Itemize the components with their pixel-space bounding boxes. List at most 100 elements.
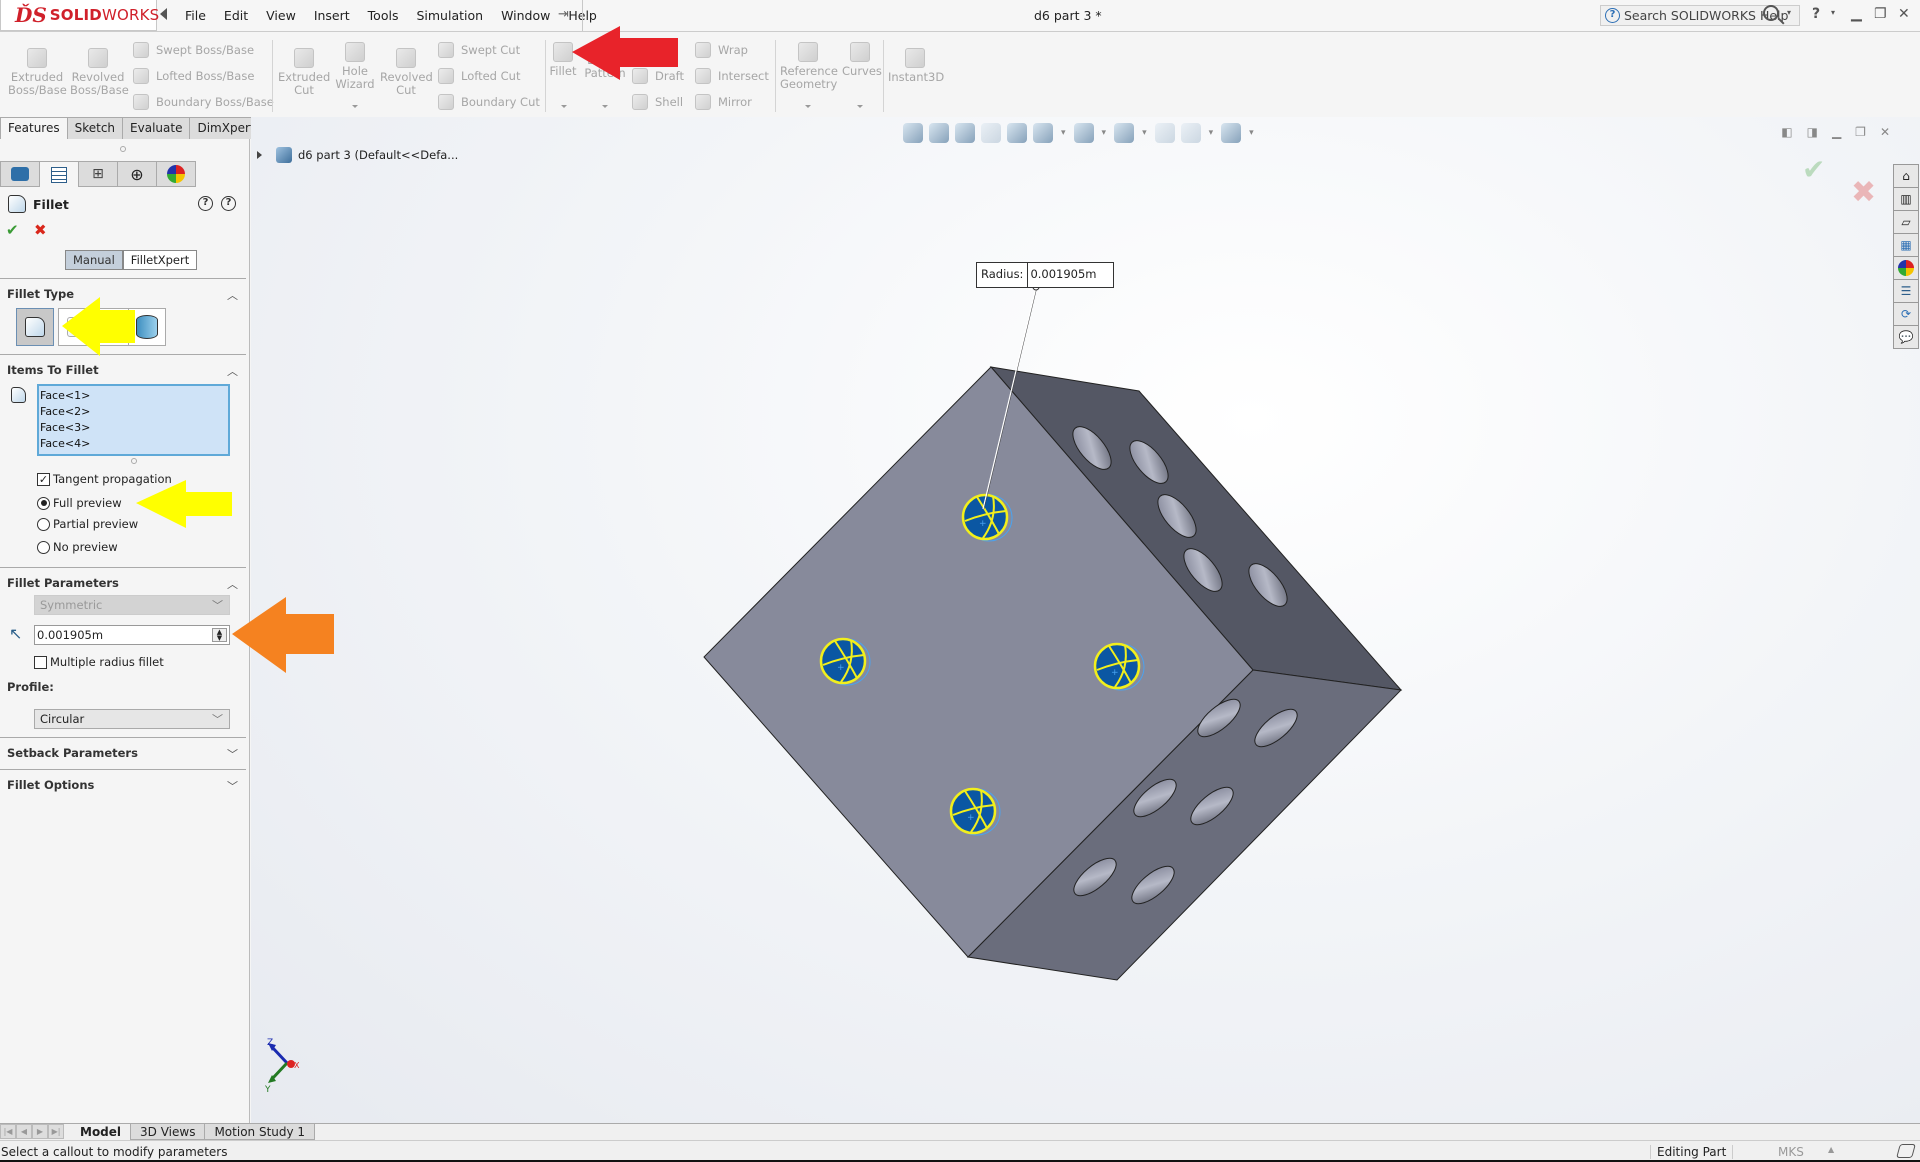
panel-resize-grip[interactable] — [120, 146, 126, 152]
swept-cut-button[interactable]: Swept Cut — [438, 42, 520, 58]
fillet-dropdown-icon[interactable] — [561, 105, 567, 108]
file-explorer-tab[interactable]: ▱ — [1893, 210, 1919, 234]
pin-menu-icon[interactable]: ⇥ — [558, 7, 569, 22]
setback-parameters-section[interactable]: Setback Parameters ﹀ — [0, 737, 246, 761]
callout-value[interactable]: 0.001905m — [1028, 263, 1112, 287]
tab-feature-manager[interactable] — [0, 161, 40, 187]
menu-collapse-arrow-icon[interactable] — [160, 8, 167, 20]
prev-tab-icon[interactable]: ◀ — [16, 1124, 32, 1139]
last-tab-icon[interactable]: ▶| — [48, 1124, 64, 1139]
menu-insert[interactable]: Insert — [305, 8, 359, 23]
list-item[interactable]: Face<4> — [40, 436, 228, 452]
help-icon[interactable]: ? — [221, 196, 236, 211]
lofted-boss-button[interactable]: Lofted Boss/Base — [133, 68, 254, 84]
lofted-cut-button[interactable]: Lofted Cut — [438, 68, 520, 84]
tab-features[interactable]: Features — [0, 117, 68, 139]
rebuild-status-icon[interactable] — [1896, 1144, 1916, 1158]
menu-edit[interactable]: Edit — [215, 8, 257, 23]
hole-wizard-dropdown-icon[interactable] — [352, 105, 358, 108]
tab-3d-views[interactable]: 3D Views — [130, 1124, 206, 1140]
next-tab-icon[interactable]: ▶ — [32, 1124, 48, 1139]
intersect-button[interactable]: Intersect — [695, 68, 769, 84]
tab-sketch[interactable]: Sketch — [66, 117, 124, 139]
list-item[interactable]: Face<2> — [40, 404, 228, 420]
menu-tools[interactable]: Tools — [359, 8, 408, 23]
tab-model[interactable]: Model — [70, 1124, 132, 1140]
items-to-fillet-section[interactable]: Items To Fillet ︿ — [0, 354, 246, 378]
tab-display-manager[interactable] — [156, 161, 196, 187]
unit-system-button[interactable]: MKS — [1778, 1145, 1804, 1159]
shell-button[interactable]: Shell — [632, 94, 683, 110]
custom-properties-tab[interactable]: ☰ — [1893, 279, 1919, 303]
tangent-propagation-checkbox[interactable]: ✓ Tangent propagation — [37, 472, 172, 486]
appearances-tab[interactable] — [1893, 256, 1919, 280]
cancel-button[interactable]: ✖ — [34, 221, 47, 239]
search-dropdown-caret-icon[interactable]: ▾ — [1787, 8, 1791, 17]
full-preview-radio[interactable]: Full preview — [37, 496, 122, 510]
profile-dropdown[interactable]: Circular ﹀ — [34, 709, 230, 729]
radius-callout[interactable]: Radius: 0.001905m — [976, 262, 1114, 288]
constant-size-fillet-button[interactable] — [16, 308, 54, 346]
fillet-type-section[interactable]: Fillet Type ︿ — [0, 278, 246, 302]
linear-pattern-dropdown-icon[interactable] — [602, 105, 608, 108]
no-preview-radio[interactable]: No preview — [37, 540, 118, 554]
reference-geometry-button[interactable]: Reference Geometry — [780, 42, 838, 91]
items-to-fillet-list[interactable]: Face<1> Face<2> Face<3> Face<4> — [37, 384, 230, 456]
menu-file[interactable]: File — [176, 8, 215, 23]
tab-evaluate[interactable]: Evaluate — [122, 117, 191, 139]
design-library-tab[interactable]: ▥ — [1893, 187, 1919, 211]
radius-input[interactable]: 0.001905m ▲ ▼ — [34, 625, 230, 645]
solidworks-resources-tab[interactable]: ⌂ — [1893, 164, 1919, 188]
fillet-parameters-section[interactable]: Fillet Parameters ︿ — [0, 567, 246, 591]
tab-dimxpert-manager[interactable]: ⊕ — [117, 161, 157, 187]
filletxpert-tab[interactable]: FilletXpert — [122, 250, 198, 270]
tab-configuration-manager[interactable]: ⊞ — [78, 161, 118, 187]
tab-property-manager[interactable] — [39, 161, 79, 187]
menu-view[interactable]: View — [257, 8, 305, 23]
curves-dropdown-icon[interactable] — [857, 105, 863, 108]
boundary-cut-button[interactable]: Boundary Cut — [438, 94, 540, 110]
instant3d-button[interactable]: Instant3D — [888, 48, 944, 84]
view-palette-tab[interactable]: ▦ — [1893, 233, 1919, 257]
boundary-boss-button[interactable]: Boundary Boss/Base — [133, 94, 274, 110]
minimize-window-icon[interactable]: ▁ — [1851, 6, 1862, 22]
multiple-radius-fillet-checkbox[interactable]: Multiple radius fillet — [34, 655, 164, 669]
full-round-fillet-button[interactable] — [128, 308, 166, 346]
manual-tab[interactable]: Manual — [65, 250, 123, 270]
fillet-options-section[interactable]: Fillet Options ﹀ — [0, 769, 246, 793]
close-window-icon[interactable]: ✕ — [1898, 6, 1910, 22]
graphics-area[interactable]: d6 part 3 (Default<<Defa... ▾ ▾ ▾ ▾ ▾ ◧ … — [251, 117, 1920, 1123]
revolved-boss-button[interactable]: Revolved Boss/Base — [70, 48, 129, 97]
unit-system-caret-icon[interactable]: ▲ — [1828, 1145, 1834, 1154]
partial-preview-radio[interactable]: Partial preview — [37, 517, 138, 531]
wrap-button[interactable]: Wrap — [695, 42, 748, 58]
revolved-cut-button[interactable]: Revolved Cut — [380, 48, 433, 97]
menu-window[interactable]: Window — [492, 8, 559, 23]
first-tab-icon[interactable]: |◀ — [0, 1124, 16, 1139]
radius-spinner[interactable]: ▲ ▼ — [212, 628, 227, 642]
restore-window-icon[interactable]: ❐ — [1874, 6, 1887, 22]
list-resize-grip[interactable] — [131, 458, 137, 464]
help-dropdown-caret-icon[interactable]: ▾ — [1831, 8, 1835, 17]
swept-boss-button[interactable]: Swept Boss/Base — [133, 42, 254, 58]
draft-button[interactable]: Draft — [632, 68, 684, 84]
mirror-button[interactable]: Mirror — [695, 94, 752, 110]
list-item[interactable]: Face<3> — [40, 420, 228, 436]
fillet-button[interactable]: Fillet — [548, 42, 578, 78]
help-icon[interactable]: ? — [1812, 6, 1820, 22]
extruded-boss-button[interactable]: Extruded Boss/Base — [8, 48, 67, 97]
hole-wizard-button[interactable]: Hole Wizard — [334, 42, 376, 91]
menu-simulation[interactable]: Simulation — [407, 8, 492, 23]
linear-pattern-button[interactable]: Linear Pattern — [584, 54, 626, 80]
solidworks-forum-tab[interactable]: ⟳ — [1893, 302, 1919, 326]
solidworks-logo[interactable]: ĎS SOLIDWORKS — [0, 0, 159, 31]
search-icon[interactable] — [1763, 5, 1779, 21]
list-item[interactable]: Face<1> — [40, 388, 228, 404]
reference-geometry-dropdown-icon[interactable] — [805, 105, 811, 108]
variable-size-fillet-button[interactable] — [58, 308, 96, 346]
extruded-cut-button[interactable]: Extruded Cut — [278, 48, 330, 97]
tab-motion-study-1[interactable]: Motion Study 1 — [204, 1124, 316, 1140]
ok-button[interactable]: ✔ — [6, 221, 19, 239]
chat-tab[interactable]: 💬 — [1893, 325, 1919, 349]
whats-new-help-icon[interactable]: ? — [198, 196, 213, 211]
